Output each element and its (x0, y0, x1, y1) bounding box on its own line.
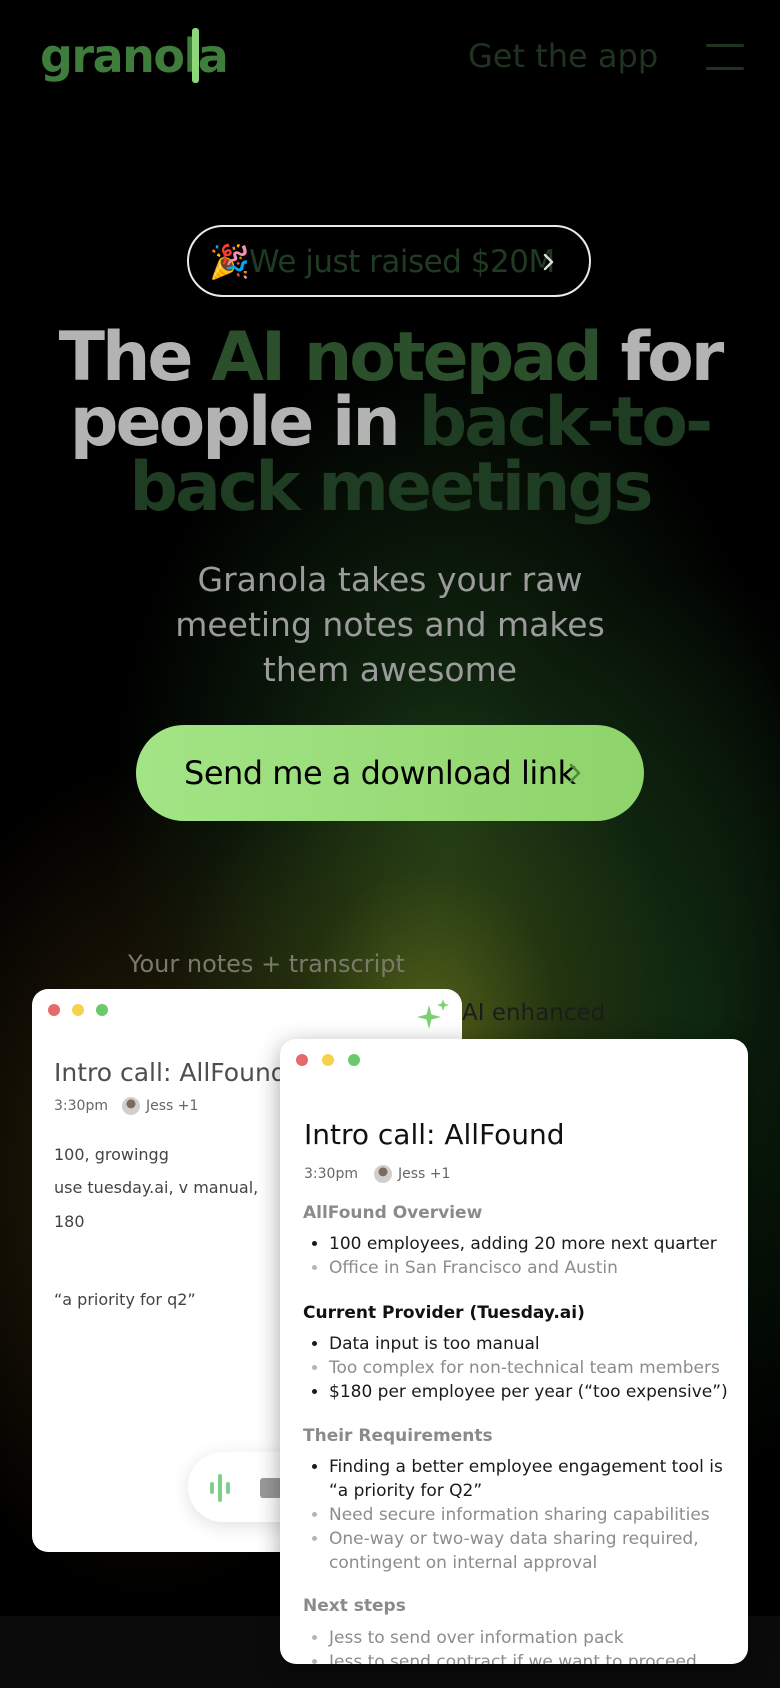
window-close-dot (48, 1004, 60, 1016)
list-item: Finding a better employee engagement too… (329, 1455, 739, 1503)
list-item: Too complex for non-technical team membe… (329, 1356, 739, 1380)
list-item: Need secure information sharing capabili… (329, 1503, 739, 1527)
section-heading: Current Provider (Tuesday.ai) (303, 1303, 585, 1323)
announcement-text: We just raised $20M (249, 244, 555, 280)
stop-icon[interactable] (260, 1478, 282, 1498)
note-line[interactable]: “a priority for q2” (54, 1289, 196, 1311)
enhanced-meta: 3:30pm Jess +1 (304, 1164, 450, 1184)
send-download-link-button[interactable]: Send me a download link (136, 725, 644, 821)
list-item: Data input is too manual (329, 1332, 739, 1356)
section-heading: AllFound Overview (303, 1203, 483, 1223)
attendees: Jess +1 (397, 1166, 451, 1182)
avatar (373, 1165, 392, 1183)
window-maximize-dot (348, 1054, 360, 1066)
section-list: 100 employees, adding 20 more next quart… (304, 1232, 739, 1280)
cta-label: Send me a download link (184, 754, 576, 792)
logo-cursor-bar (192, 28, 199, 83)
list-item: Office in San Francisco and Austin (329, 1256, 739, 1280)
meeting-time: 3:30pm (304, 1166, 358, 1182)
funding-announcement-pill[interactable]: 🎉 We just raised $20M (187, 225, 591, 297)
list-item: One-way or two-way data sharing required… (329, 1527, 739, 1575)
section-heading: Their Requirements (303, 1426, 493, 1446)
party-popper-icon: 🎉 (209, 242, 251, 281)
chevron-right-icon (569, 763, 581, 783)
window-close-dot (296, 1054, 308, 1066)
section-list: Data input is too manual Too complex for… (304, 1332, 739, 1404)
audio-wave-bar (218, 1474, 222, 1502)
hero-subtitle: Granola takes your raw meeting notes and… (175, 560, 605, 689)
notes-meta: 3:30pm Jess +1 (54, 1096, 198, 1116)
notes-transcript-label: Your notes + transcript (128, 950, 405, 978)
note-line[interactable]: 100, growingg (54, 1144, 169, 1166)
audio-wave-icon (210, 1482, 214, 1494)
note-line[interactable]: 180 (54, 1211, 85, 1233)
hero-heading: The AI notepad for people in back-to- ba… (58, 318, 725, 527)
list-item: $180 per employee per year (“too expensi… (329, 1380, 739, 1404)
meeting-time: 3:30pm (54, 1098, 108, 1114)
list-item: Jess to send contract if we want to proc… (329, 1650, 739, 1664)
attendees: Jess +1 (145, 1098, 199, 1114)
ai-enhanced-label: AI enhanced (462, 1000, 606, 1026)
window-minimize-dot (322, 1054, 334, 1066)
chevron-right-icon (543, 253, 554, 271)
list-item: Jess to send over information pack (329, 1626, 739, 1650)
ai-enhanced-card: Intro call: AllFound 3:30pm Jess +1 AllF… (280, 1039, 748, 1664)
list-item: 100 employees, adding 20 more next quart… (329, 1232, 739, 1256)
section-list: Finding a better employee engagement too… (304, 1455, 739, 1575)
window-maximize-dot (96, 1004, 108, 1016)
section-heading: Next steps (303, 1596, 406, 1616)
section-list: Jess to send over information pack Jess … (304, 1626, 739, 1664)
granola-logo[interactable]: granola (40, 28, 229, 84)
get-the-app-link[interactable]: Get the app (468, 34, 658, 78)
audio-wave-bar (226, 1482, 230, 1494)
avatar (121, 1097, 140, 1115)
note-line[interactable]: use tuesday.ai, v manual, (54, 1177, 258, 1199)
enhanced-notes-title[interactable]: Intro call: AllFound (304, 1117, 565, 1153)
notes-title[interactable]: Intro call: AllFound (54, 1057, 287, 1089)
window-minimize-dot (72, 1004, 84, 1016)
sparkle-icon[interactable] (415, 997, 451, 1033)
hamburger-menu-icon[interactable] (706, 44, 744, 70)
